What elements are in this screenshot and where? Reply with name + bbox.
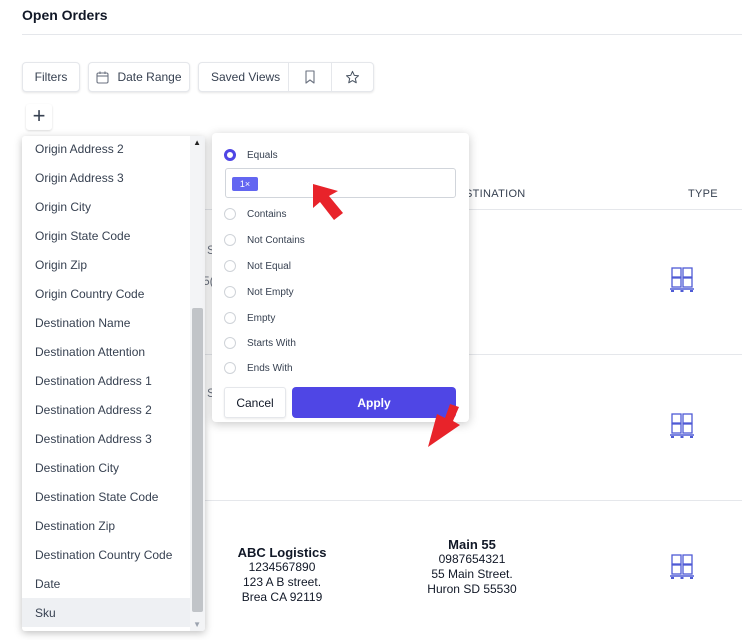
- radio-icon[interactable]: [224, 234, 236, 246]
- cancel-button[interactable]: Cancel: [224, 387, 286, 418]
- origin-name: ABC Logistics: [237, 545, 327, 560]
- option-label: Ends With: [247, 362, 293, 374]
- option-not-contains[interactable]: Not Contains: [224, 232, 305, 248]
- option-ends-with[interactable]: Ends With: [224, 360, 293, 376]
- field-option[interactable]: Destination Zip: [22, 511, 190, 540]
- field-option[interactable]: Destination Address 3: [22, 424, 190, 453]
- scroll-up-icon[interactable]: ▲: [193, 138, 201, 147]
- option-starts-with[interactable]: Starts With: [224, 335, 296, 351]
- option-label: Starts With: [247, 337, 296, 349]
- field-option[interactable]: Origin Address 3: [22, 163, 190, 192]
- radio-icon[interactable]: [224, 286, 236, 298]
- origin-city: Brea CA 92119: [241, 590, 323, 604]
- pallet-icon: [670, 554, 694, 579]
- destination-city: Huron SD 55530: [427, 582, 517, 596]
- origin-phone: 1234567890: [248, 560, 316, 574]
- scroll-down-icon[interactable]: ▼: [193, 620, 201, 629]
- field-option[interactable]: Destination Attention: [22, 337, 190, 366]
- field-option-selected[interactable]: Sku: [22, 598, 190, 627]
- radio-icon[interactable]: [224, 337, 236, 349]
- field-option[interactable]: Origin State Code: [22, 221, 190, 250]
- saved-views-button[interactable]: Saved Views: [199, 70, 288, 84]
- bookmark-button[interactable]: [289, 70, 330, 84]
- page-title: Open Orders: [22, 7, 108, 23]
- column-header-type: TYPE: [688, 188, 718, 200]
- pallet-icon: [670, 267, 694, 292]
- option-label: Not Empty: [247, 286, 294, 298]
- radio-icon[interactable]: [224, 362, 236, 374]
- destination-street: 55 Main Street.: [431, 567, 513, 581]
- field-option[interactable]: Origin Address 2: [22, 136, 190, 163]
- add-filter-button[interactable]: +: [26, 104, 52, 130]
- field-option[interactable]: Origin City: [22, 192, 190, 221]
- field-list-dropdown: Origin Address 2 Origin Address 3 Origin…: [22, 136, 205, 631]
- date-range-button[interactable]: Date Range: [88, 62, 190, 92]
- field-option[interactable]: Destination Country Code: [22, 540, 190, 569]
- destination-name: Main 55: [448, 537, 496, 552]
- option-label: Not Equal: [247, 260, 291, 272]
- option-not-empty[interactable]: Not Empty: [224, 284, 294, 300]
- option-empty[interactable]: Empty: [224, 310, 275, 326]
- annotation-arrow-icon: [428, 404, 460, 447]
- date-range-label: Date Range: [117, 70, 182, 84]
- row-divider: [205, 500, 742, 501]
- field-option[interactable]: Destination Name: [22, 308, 190, 337]
- option-label: Not Contains: [247, 234, 305, 246]
- field-option[interactable]: Destination City: [22, 453, 190, 482]
- origin-street: 123 A B street.: [242, 575, 322, 589]
- saved-views-group: Saved Views: [198, 62, 374, 92]
- calendar-icon: [96, 71, 110, 84]
- field-option[interactable]: Origin Zip: [22, 250, 190, 279]
- radio-icon[interactable]: [224, 208, 236, 220]
- star-icon: [345, 70, 359, 83]
- option-contains[interactable]: Contains: [224, 206, 286, 222]
- scrollbar-thumb[interactable]: [192, 308, 203, 612]
- radio-selected-icon[interactable]: [224, 149, 236, 161]
- column-header-destination: STINATION: [465, 188, 526, 200]
- field-option[interactable]: Origin Country Code: [22, 279, 190, 308]
- option-not-equal[interactable]: Not Equal: [224, 258, 291, 274]
- condition-popover: Equals 1× Contains Not Contains Not Equa…: [212, 133, 469, 422]
- radio-icon[interactable]: [224, 260, 236, 272]
- title-divider: [22, 34, 742, 35]
- field-option[interactable]: Destination State Code: [22, 482, 190, 511]
- destination-address-cell: Main 55 0987654321 55 Main Street. Huron…: [412, 537, 532, 597]
- option-label: Equals: [247, 149, 278, 161]
- annotation-arrow-icon: [313, 184, 343, 220]
- field-option[interactable]: Date: [22, 569, 190, 598]
- option-label: Empty: [247, 312, 276, 324]
- destination-phone: 0987654321: [438, 552, 506, 566]
- value-chip[interactable]: 1×: [232, 177, 258, 191]
- origin-address-cell: ABC Logistics 1234567890 123 A B street.…: [222, 545, 342, 605]
- filters-button[interactable]: Filters: [22, 62, 80, 92]
- favorite-button[interactable]: [332, 70, 373, 85]
- field-option[interactable]: Destination Address 1: [22, 366, 190, 395]
- filters-label: Filters: [34, 70, 68, 84]
- bookmark-icon: [305, 70, 315, 84]
- option-equals[interactable]: Equals: [224, 147, 278, 163]
- radio-icon[interactable]: [224, 312, 236, 324]
- pallet-icon: [670, 413, 694, 438]
- option-label: Contains: [247, 208, 287, 220]
- field-option[interactable]: Destination Address 2: [22, 395, 190, 424]
